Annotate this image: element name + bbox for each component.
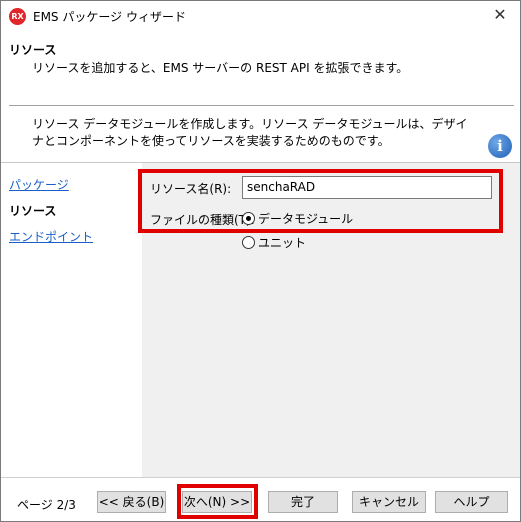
close-icon[interactable]: ✕ bbox=[490, 5, 510, 25]
footer-bar: ページ 2/3 << 戻る(B) 次へ(N) >> 完了 キャンセル ヘルプ bbox=[1, 477, 520, 521]
wizard-nav: パッケージ リソース エンドポイント bbox=[1, 163, 142, 477]
radio-unit[interactable]: ユニット bbox=[242, 234, 306, 251]
back-button[interactable]: << 戻る(B) bbox=[97, 491, 166, 513]
page-indicator: ページ 2/3 bbox=[17, 498, 76, 512]
app-icon: RX bbox=[9, 8, 26, 25]
highlight-next bbox=[177, 484, 258, 519]
header-section: リソース リソースを追加すると、EMS サーバーの REST API を拡張でき… bbox=[1, 31, 520, 103]
help-button[interactable]: ヘルプ bbox=[435, 491, 508, 513]
page-title: リソース bbox=[9, 43, 57, 57]
highlight-form bbox=[138, 169, 503, 233]
title-bar: RX EMS パッケージ ウィザード ✕ bbox=[1, 1, 520, 31]
wizard-window: RX EMS パッケージ ウィザード ✕ リソース リソースを追加すると、EMS… bbox=[0, 0, 521, 522]
nav-item-resource[interactable]: リソース bbox=[9, 202, 56, 219]
finish-button[interactable]: 完了 bbox=[268, 491, 338, 513]
info-section: リソース データモジュールを作成します。リソース データモジュールは、デザイナと… bbox=[1, 106, 520, 161]
page-description: リソースを追加すると、EMS サーバーの REST API を拡張できます。 bbox=[32, 61, 409, 75]
nav-item-endpoint[interactable]: エンドポイント bbox=[9, 228, 93, 245]
window-title: EMS パッケージ ウィザード bbox=[33, 10, 186, 24]
info-text: リソース データモジュールを作成します。リソース データモジュールは、デザイナと… bbox=[32, 117, 468, 148]
info-icon: i bbox=[488, 134, 512, 158]
radio-button[interactable] bbox=[242, 236, 255, 249]
cancel-button[interactable]: キャンセル bbox=[352, 491, 426, 513]
nav-item-package[interactable]: パッケージ bbox=[9, 176, 69, 193]
radio-label: ユニット bbox=[258, 236, 307, 250]
